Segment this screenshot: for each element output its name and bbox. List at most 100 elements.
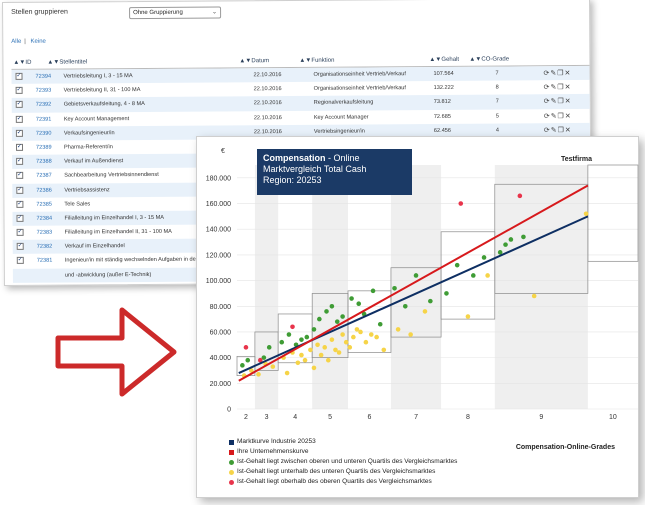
data-point	[343, 339, 349, 345]
row-checkbox[interactable]: ✓	[16, 200, 24, 208]
row-action-icons[interactable]: ⟳✎❐✕	[543, 69, 571, 77]
data-point	[322, 345, 328, 350]
data-point	[351, 334, 356, 340]
data-point	[304, 334, 310, 340]
row-title: Key Account Management	[63, 115, 130, 123]
row-checkbox[interactable]: ✓	[16, 228, 24, 236]
row-id[interactable]: 72382	[37, 244, 53, 250]
row-title: Vertriebsleitung I, 3 - 15 MA	[63, 73, 133, 80]
row-id[interactable]: 72393	[36, 88, 52, 94]
data-point	[324, 309, 329, 314]
row-title: Verkauf im Einzelhandel	[64, 243, 125, 250]
col-grade-header[interactable]: CO-Grade	[481, 56, 509, 62]
row-id[interactable]: 72387	[36, 173, 52, 179]
row-action-icons[interactable]: ⟳✎❐✕	[544, 126, 572, 134]
row-action-icons[interactable]: ⟳✎❐✕	[544, 83, 572, 91]
row-date: 22.10.2016	[253, 72, 282, 79]
col-function-header[interactable]: Funktion	[311, 58, 334, 64]
row-function: Key Account Manager	[313, 114, 369, 121]
grade-band-7	[390, 165, 442, 409]
x-grade-label: 4	[293, 414, 297, 421]
row-title: Verkauf im Außendienst	[64, 158, 124, 165]
row-date: 22.10.2016	[253, 114, 282, 121]
row-id[interactable]: 72386	[36, 187, 52, 193]
row-checkbox[interactable]: ✓	[16, 243, 24, 251]
row-id[interactable]: 72394	[36, 74, 52, 80]
select-all-link[interactable]: Alle	[11, 39, 21, 45]
chart-panel: 0 20.000 40.000 60.000 80.000 100.000 120.000 1…	[196, 136, 639, 498]
row-id[interactable]: 72392	[36, 102, 52, 108]
legend-swatch	[229, 470, 234, 475]
data-point	[311, 327, 317, 332]
sort-salary-icon[interactable]: ▲▼	[429, 57, 441, 63]
row-id[interactable]: 72384	[36, 216, 52, 222]
col-title-header[interactable]: Stellentitel	[59, 59, 87, 65]
row-action-icons[interactable]: ⟳✎❐✕	[544, 112, 572, 120]
row-checkbox[interactable]: ✓	[15, 87, 23, 95]
col-date-header[interactable]: Datum	[251, 58, 269, 64]
row-checkbox[interactable]: ✓	[16, 257, 24, 265]
data-point	[290, 324, 295, 330]
row-checkbox[interactable]: ✓	[15, 129, 23, 137]
row-date: 22.10.2016	[253, 100, 282, 107]
row-salary: 107.564	[433, 70, 454, 77]
data-point	[395, 327, 401, 332]
data-point	[340, 332, 345, 337]
data-point	[521, 234, 526, 240]
legend-label: Ist-Gehalt liegt oberhalb des oberen Qua…	[237, 478, 432, 485]
col-salary-header[interactable]: Gehalt	[441, 57, 459, 63]
row-salary: 72.685	[433, 113, 451, 120]
row-id[interactable]: 72389	[36, 145, 52, 151]
data-point	[583, 211, 589, 217]
sort-date-icon[interactable]: ▲▼	[239, 58, 251, 64]
grade-band-9	[494, 165, 588, 409]
row-title: Filialleitung im Einzelhandel II, 31 - 1…	[64, 228, 172, 236]
row-checkbox[interactable]: ✓	[16, 214, 24, 222]
row-id[interactable]: 72383	[37, 230, 53, 236]
chart-title-rest: - Online	[325, 153, 360, 163]
x-grade-label: 8	[466, 414, 470, 421]
data-point	[363, 339, 369, 345]
data-point	[243, 345, 249, 350]
row-title: Tele Sales	[64, 201, 91, 208]
row-checkbox[interactable]: ✓	[15, 101, 23, 109]
data-point	[413, 273, 419, 278]
row-id[interactable]: 72381	[37, 258, 53, 264]
data-point	[370, 288, 376, 294]
data-point	[381, 347, 387, 353]
row-checkbox[interactable]: ✓	[16, 172, 24, 180]
col-id-header[interactable]: ID	[25, 60, 31, 66]
data-point	[428, 298, 433, 304]
sort-id-icon[interactable]: ▲▼	[13, 60, 25, 66]
legend-swatch	[229, 460, 234, 465]
y-tick-label: 180.000	[206, 175, 231, 182]
firm-label: Testfirma	[561, 156, 592, 163]
row-action-icons[interactable]: ⟳✎❐✕	[544, 97, 572, 105]
row-checkbox[interactable]: ✓	[16, 186, 24, 194]
data-point	[347, 345, 353, 350]
chart-title-line3: Region: 20253	[263, 175, 322, 185]
row-title: Vertriebsleitung II, 31 - 100 MA	[63, 87, 141, 94]
row-id[interactable]: 72388	[36, 159, 52, 165]
row-id[interactable]: 72385	[36, 201, 52, 207]
row-checkbox[interactable]: ✓	[15, 72, 23, 80]
data-point	[299, 352, 304, 358]
row-checkbox[interactable]: ✓	[16, 157, 24, 166]
sort-title-icon[interactable]: ▲▼	[47, 60, 59, 66]
chart-title-line1: Compensation - Online	[263, 153, 406, 164]
sort-function-icon[interactable]: ▲▼	[299, 58, 311, 64]
row-id[interactable]: 72391	[36, 116, 52, 122]
row-checkbox[interactable]: ✓	[15, 143, 24, 151]
legend-item: Marktkurve Industrie 20253	[229, 437, 457, 447]
row-salary: 73.812	[433, 99, 451, 106]
row-checkbox[interactable]: ✓	[15, 115, 23, 123]
y-tick-label: 60.000	[210, 329, 232, 336]
row-id[interactable]: 72390	[36, 130, 52, 136]
row-grade: 4	[495, 127, 500, 134]
grouping-select-value: Ohne Gruppierung	[133, 9, 183, 17]
data-point	[481, 255, 487, 260]
row-title: Sachbearbeitung Vertriebsinnendienst	[64, 172, 159, 179]
sort-grade-icon[interactable]: ▲▼	[469, 57, 481, 63]
grouping-select[interactable]: Ohne Gruppierung ⌄	[129, 6, 222, 20]
select-none-link[interactable]: Keine	[31, 39, 46, 45]
